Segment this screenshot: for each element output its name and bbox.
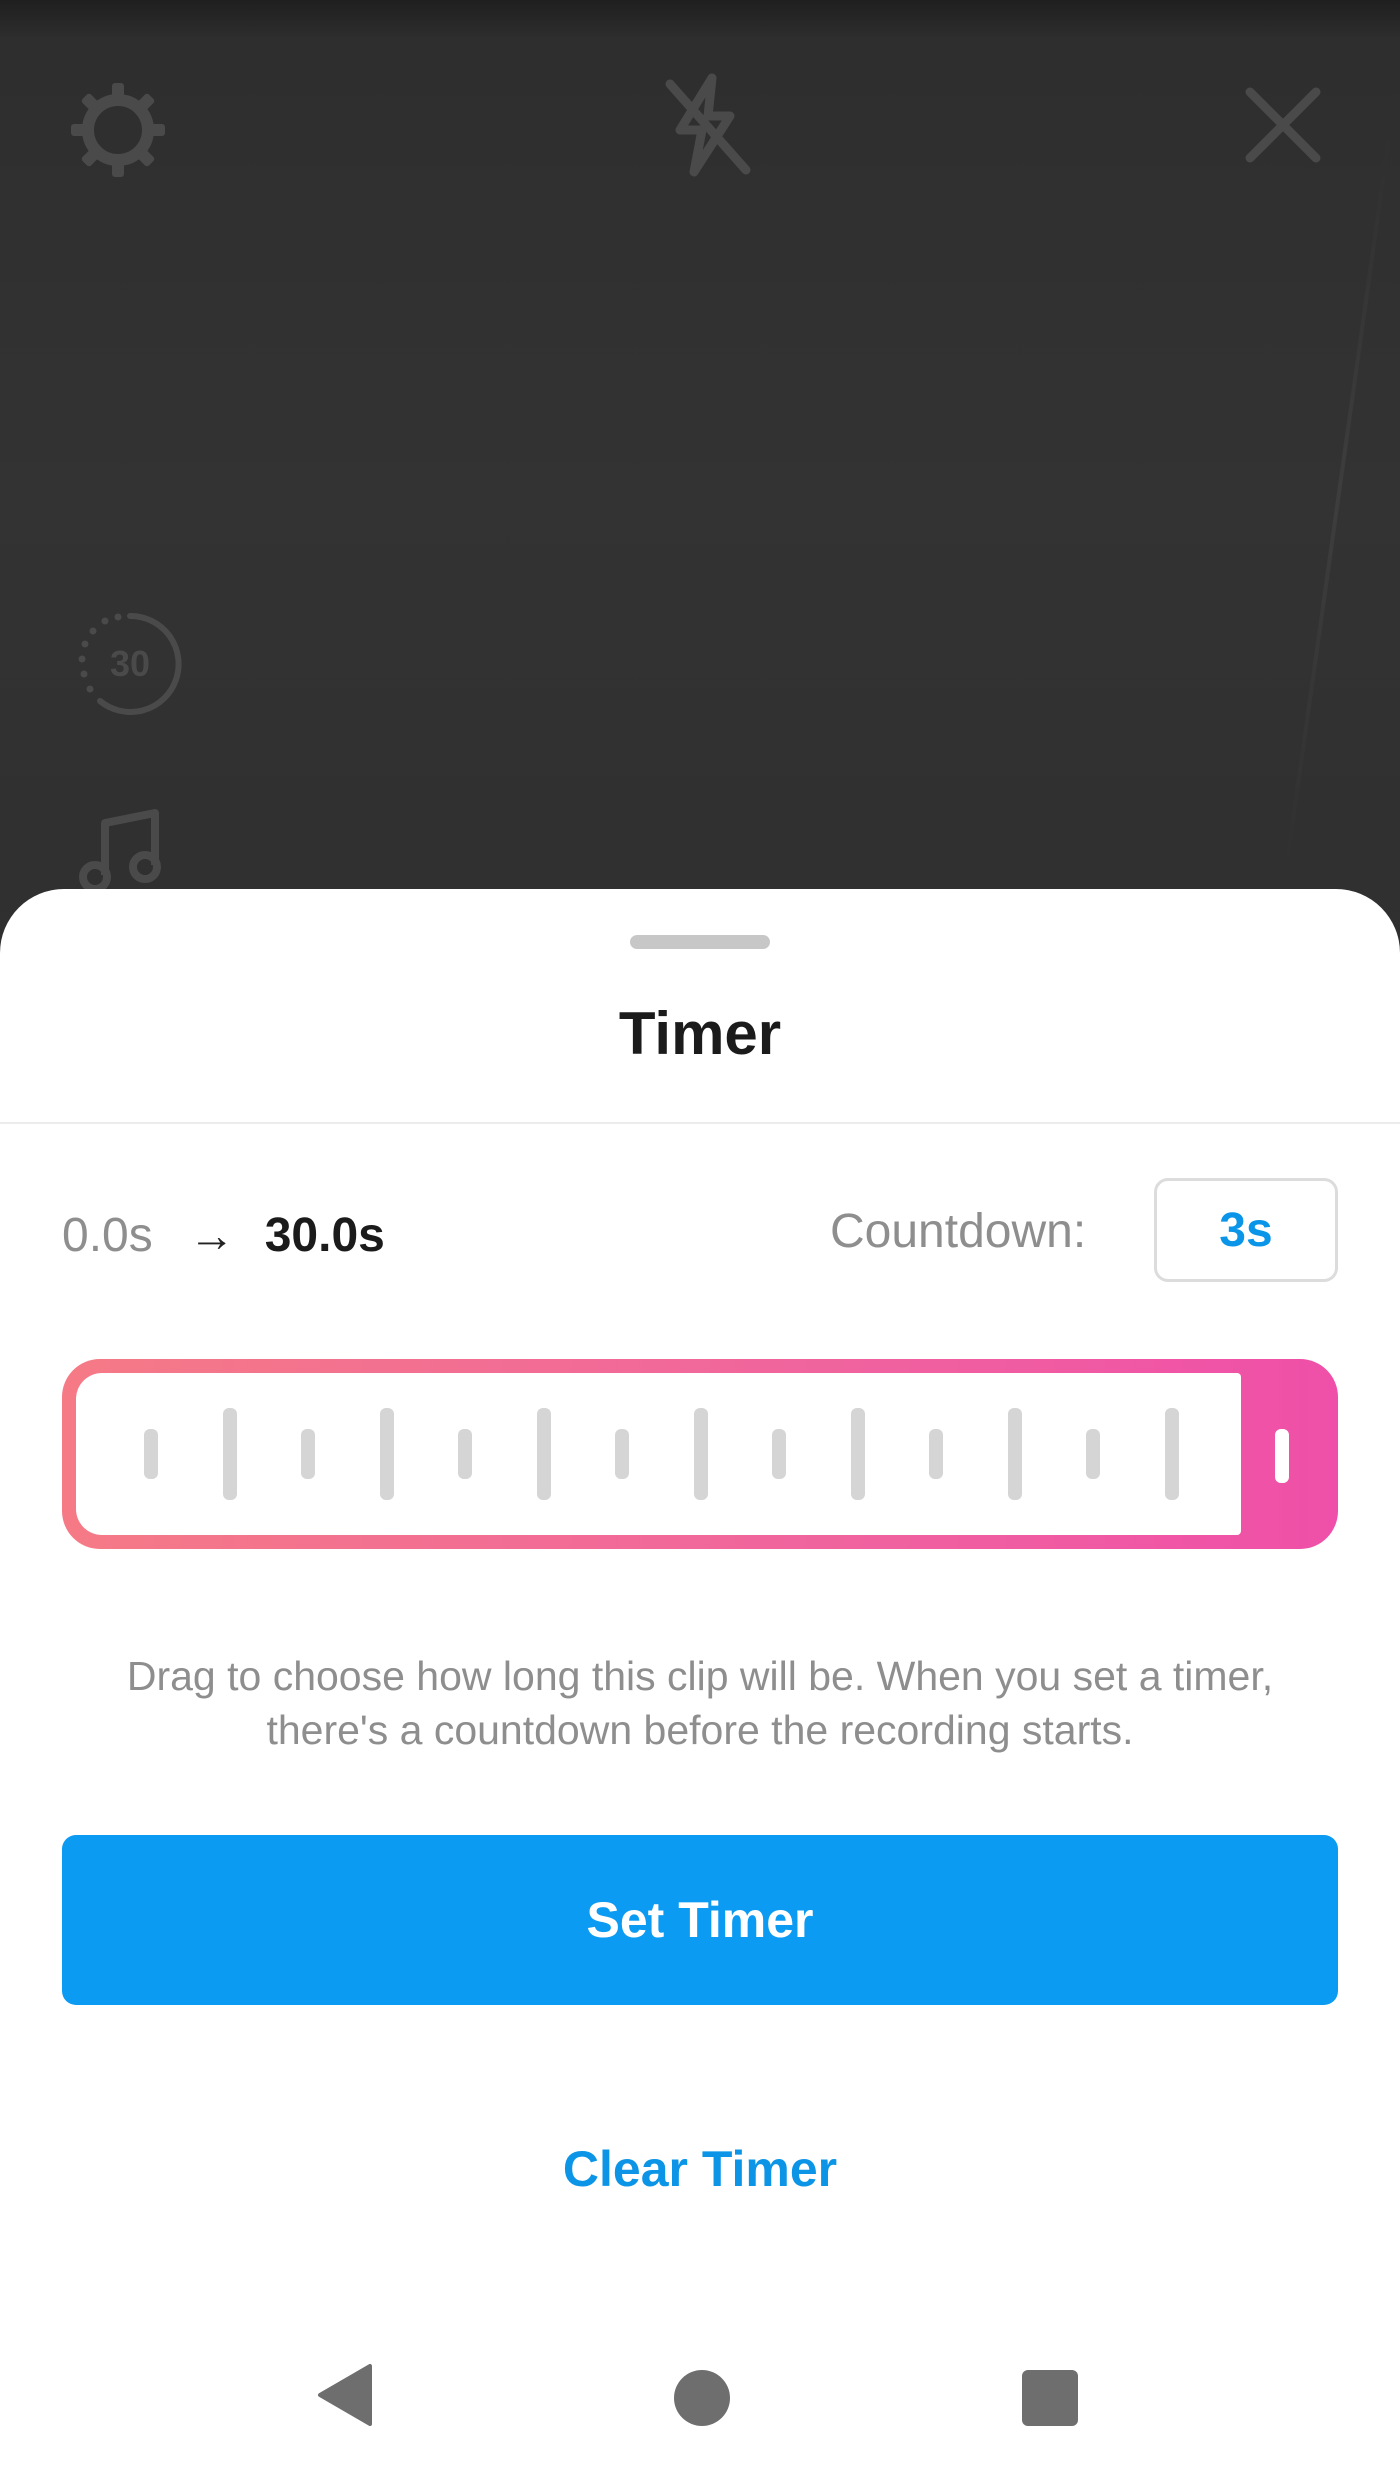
timeline-tick bbox=[929, 1429, 943, 1479]
settings-button[interactable] bbox=[58, 70, 178, 190]
timeline-tick bbox=[615, 1429, 629, 1479]
flash-off-icon bbox=[665, 73, 751, 177]
set-timer-button[interactable]: Set Timer bbox=[62, 1835, 1338, 2005]
home-icon[interactable] bbox=[674, 2370, 730, 2426]
timer-timeline-slider[interactable] bbox=[62, 1359, 1338, 1549]
timeline-tick bbox=[1086, 1429, 1100, 1479]
back-icon[interactable] bbox=[312, 2360, 382, 2430]
timeline-tick bbox=[1007, 1408, 1022, 1500]
sheet-drag-handle[interactable] bbox=[630, 935, 770, 949]
timeline-tick bbox=[536, 1408, 551, 1500]
helper-text: Drag to choose how long this clip will b… bbox=[126, 1653, 1274, 1753]
range-end: 30.0s bbox=[264, 1208, 385, 1262]
countdown-label: Countdown: bbox=[830, 1205, 1087, 1258]
recents-icon[interactable] bbox=[1022, 2370, 1078, 2426]
clear-timer-button[interactable]: Clear Timer bbox=[450, 2119, 950, 2219]
clip-range: 0.0s → 30.0s bbox=[62, 1195, 385, 1275]
countdown-selector[interactable]: 3s bbox=[1154, 1178, 1338, 1282]
timeline-track bbox=[76, 1373, 1241, 1535]
close-icon bbox=[1245, 87, 1321, 163]
timeline-tick bbox=[458, 1429, 472, 1479]
divider bbox=[0, 1122, 1400, 1124]
flash-toggle-button[interactable] bbox=[640, 60, 770, 190]
system-navigation-bar bbox=[0, 2300, 1400, 2489]
timeline-tick bbox=[1164, 1408, 1179, 1500]
timeline-tick bbox=[850, 1408, 865, 1500]
timeline-tick bbox=[301, 1429, 315, 1479]
sheet-title: Timer bbox=[618, 1000, 782, 1067]
close-camera-button[interactable] bbox=[1228, 70, 1338, 180]
background-streak bbox=[1283, 123, 1393, 877]
timeline-tick bbox=[772, 1429, 786, 1479]
camera-viewfinder: 30 bbox=[0, 0, 1400, 960]
range-start: 0.0s bbox=[62, 1208, 153, 1262]
gear-icon bbox=[71, 83, 165, 177]
timeline-tick bbox=[144, 1429, 158, 1479]
timeline-tick bbox=[693, 1408, 708, 1500]
timer-bottom-sheet: Timer 0.0s → 30.0s Countdown: 3s Drag to… bbox=[0, 889, 1400, 2489]
clip-duration-button[interactable]: 30 bbox=[70, 604, 190, 724]
arrow-right-icon: → bbox=[188, 1209, 235, 1261]
timeline-tick bbox=[379, 1408, 394, 1500]
timeline-end-handle[interactable] bbox=[1275, 1429, 1289, 1483]
duration-value: 30 bbox=[109, 643, 151, 684]
timeline-tick bbox=[222, 1408, 237, 1500]
